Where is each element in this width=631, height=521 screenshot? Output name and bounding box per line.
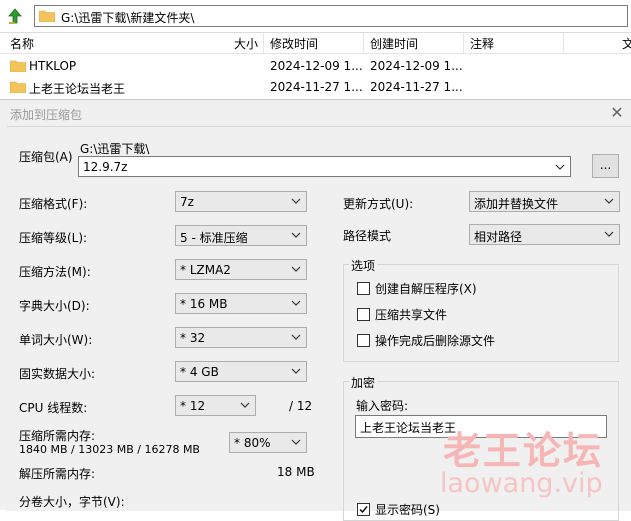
- column-modified[interactable]: 修改时间: [270, 35, 318, 52]
- dict-label: 字典大小(D):: [19, 299, 90, 313]
- split-label: 分卷大小，字节(V):: [19, 495, 125, 509]
- method-label: 压缩方法(M):: [19, 265, 91, 279]
- level-value: 5 - 标准压缩: [180, 231, 248, 245]
- mem-value: 1840 MB / 13023 MB / 16278 MB: [19, 443, 200, 456]
- close-icon[interactable]: ✕: [606, 102, 628, 124]
- file-modified: 2024-12-09 1...: [270, 59, 363, 73]
- archive-label: 压缩包(A): [19, 150, 73, 164]
- solid-value: * 4 GB: [180, 365, 219, 379]
- level-label: 压缩等级(L):: [19, 231, 88, 245]
- archive-dir: G:\迅雷下载\: [80, 142, 150, 156]
- method-value: * LZMA2: [180, 263, 231, 277]
- password-value: 上老王论坛当老王: [360, 421, 457, 435]
- column-extra[interactable]: 文: [622, 35, 631, 52]
- chevron-down-icon: [291, 198, 301, 204]
- chevron-down-icon: [240, 402, 250, 408]
- watermark-url: laowang.vip: [440, 468, 603, 499]
- watermark-text: 老王论坛: [443, 429, 604, 473]
- mem-percent-select[interactable]: * 80%: [229, 432, 307, 453]
- format-select[interactable]: 7z: [175, 191, 307, 212]
- chevron-down-icon: [604, 231, 614, 237]
- dialog-title: 添加到压缩包: [10, 108, 83, 122]
- chevron-down-icon: [291, 368, 301, 374]
- address-bar: G:\迅雷下载\新建文件夹\: [0, 0, 631, 33]
- word-select[interactable]: * 32: [175, 327, 307, 348]
- column-size[interactable]: 大小: [234, 35, 258, 52]
- column-name[interactable]: 名称: [10, 35, 34, 52]
- delete-label: 操作完成后删除源文件: [375, 334, 496, 348]
- threads-label: CPU 线程数:: [19, 401, 88, 415]
- folder-icon: [9, 81, 27, 94]
- pathmode-select[interactable]: 相对路径: [469, 224, 620, 245]
- column-header: 名称 大小 修改时间 创建时间 注释 文: [0, 33, 631, 54]
- format-label: 压缩格式(F):: [19, 197, 88, 211]
- chevron-down-icon: [291, 334, 301, 340]
- folder-icon: [9, 60, 27, 73]
- password-label: 输入密码:: [356, 399, 409, 413]
- encryption-title: 加密: [349, 374, 378, 391]
- column-comment[interactable]: 注释: [470, 35, 494, 52]
- path-text: G:\迅雷下载\新建文件夹\: [61, 11, 195, 25]
- file-name: HTKLOP: [29, 59, 77, 73]
- file-row[interactable]: HTKLOP 2024-12-09 1... 2024-12-09 1...: [0, 56, 631, 76]
- update-value: 添加并替换文件: [474, 197, 559, 211]
- level-select[interactable]: 5 - 标准压缩: [175, 225, 307, 246]
- file-name: 上老王论坛当老王: [29, 82, 126, 96]
- solid-label: 固实数据大小:: [19, 367, 96, 381]
- checkmark-icon: [359, 506, 368, 514]
- up-folder-icon[interactable]: [6, 7, 24, 25]
- pathmode-value: 相对路径: [474, 230, 523, 244]
- threads-total: / 12: [289, 399, 313, 413]
- browse-button[interactable]: ...: [592, 154, 619, 178]
- shared-checkbox[interactable]: [357, 308, 370, 321]
- chevron-down-icon: [291, 266, 301, 272]
- archive-name-value: 12.9.7z: [83, 160, 128, 174]
- threads-value: * 12: [180, 399, 206, 413]
- dict-select[interactable]: * 16 MB: [175, 293, 307, 314]
- file-created: 2024-11-27 1...: [370, 80, 463, 94]
- chevron-down-icon: [291, 232, 301, 238]
- path-input[interactable]: G:\迅雷下载\新建文件夹\: [34, 5, 628, 27]
- folder-icon: [38, 10, 56, 23]
- format-value: 7z: [180, 195, 194, 209]
- solid-select[interactable]: * 4 GB: [175, 361, 307, 382]
- mem-label: 压缩所需内存:: [19, 429, 96, 443]
- show-password-label: 显示密码(S): [375, 503, 440, 517]
- sfx-checkbox[interactable]: [357, 282, 370, 295]
- pathmode-label: 路径模式: [343, 229, 392, 243]
- chevron-down-icon: [291, 439, 301, 445]
- threads-select[interactable]: * 12: [175, 395, 256, 416]
- delete-checkbox[interactable]: [357, 334, 370, 347]
- options-title: 选项: [349, 257, 378, 274]
- file-row[interactable]: 上老王论坛当老王 2024-11-27 1... 2024-11-27 1...: [0, 77, 631, 97]
- method-select[interactable]: * LZMA2: [175, 259, 307, 280]
- decomp-value: 18 MB: [277, 465, 315, 479]
- sfx-label: 创建自解压程序(X): [375, 282, 477, 296]
- archive-name-combo[interactable]: 12.9.7z: [78, 156, 571, 177]
- show-password-checkbox[interactable]: [357, 503, 370, 516]
- chevron-down-icon: [604, 198, 614, 204]
- word-value: * 32: [180, 331, 206, 345]
- column-created[interactable]: 创建时间: [370, 35, 418, 52]
- update-label: 更新方式(U):: [343, 197, 414, 211]
- mem-percent-value: * 80%: [234, 436, 271, 450]
- shared-label: 压缩共享文件: [375, 308, 448, 322]
- update-select[interactable]: 添加并替换文件: [469, 191, 620, 212]
- word-label: 单词大小(W):: [19, 333, 93, 347]
- chevron-down-icon: [555, 164, 565, 170]
- decomp-label: 解压所需内存:: [19, 467, 96, 481]
- dict-value: * 16 MB: [180, 297, 228, 311]
- file-created: 2024-12-09 1...: [370, 59, 463, 73]
- chevron-down-icon: [291, 300, 301, 306]
- file-modified: 2024-11-27 1...: [270, 80, 363, 94]
